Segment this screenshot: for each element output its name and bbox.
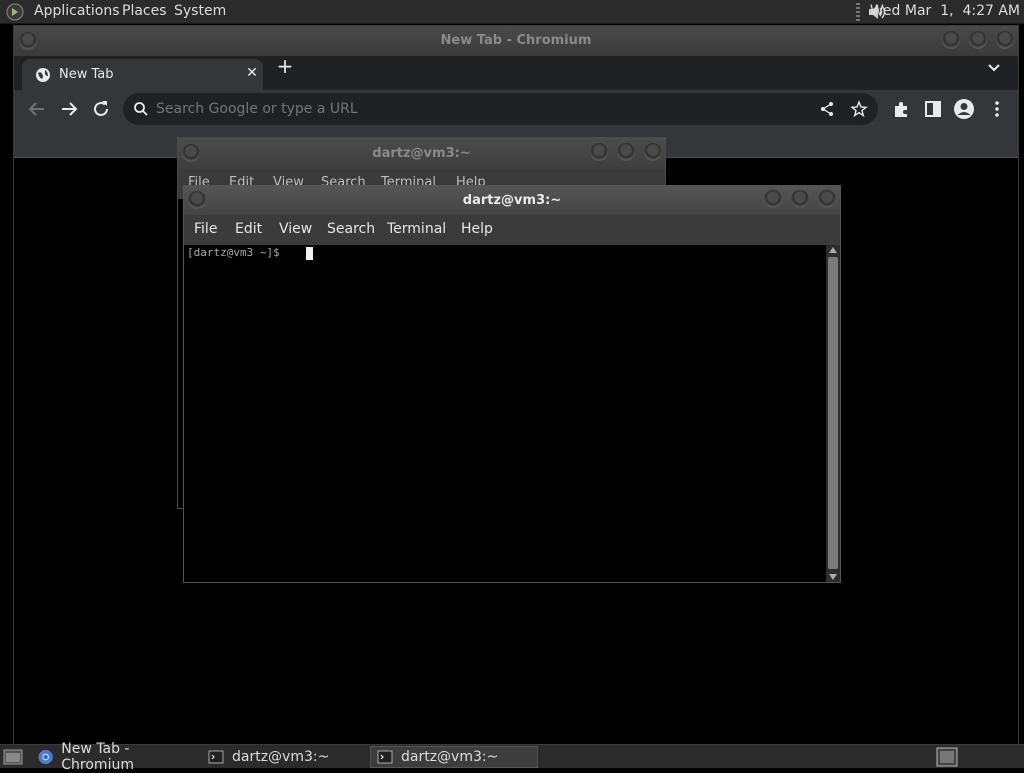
back-icon[interactable] bbox=[26, 98, 48, 120]
terminal-front-titlebar[interactable]: dartz@vm3:~ bbox=[184, 186, 840, 215]
scroll-down-icon[interactable] bbox=[829, 574, 837, 580]
terminal-icon bbox=[208, 750, 224, 764]
text-cursor bbox=[306, 247, 313, 260]
tab-strip: New Tab ✕ + bbox=[14, 55, 1018, 90]
maximize-button[interactable] bbox=[791, 190, 809, 208]
terminal-front-title: dartz@vm3:~ bbox=[462, 193, 562, 208]
search-icon bbox=[134, 102, 148, 116]
task-label: New Tab - Chromium bbox=[61, 741, 134, 773]
minimize-button[interactable] bbox=[590, 143, 608, 161]
bookmark-star-icon[interactable] bbox=[850, 100, 868, 118]
places-menu[interactable]: Places bbox=[122, 3, 167, 19]
tab-title: New Tab bbox=[59, 67, 114, 82]
terminal-window-front[interactable]: dartz@vm3:~ File Edit View Search Termin… bbox=[183, 185, 841, 583]
omnibox[interactable] bbox=[123, 93, 878, 125]
close-tab-icon[interactable]: ✕ bbox=[244, 65, 260, 83]
reload-icon[interactable] bbox=[90, 98, 112, 120]
close-window-button[interactable] bbox=[818, 190, 836, 208]
terminal-scrollbar[interactable] bbox=[826, 245, 840, 582]
chevron-down-icon[interactable] bbox=[984, 58, 1004, 78]
close-window-button[interactable] bbox=[996, 31, 1014, 49]
menu-icon[interactable] bbox=[986, 98, 1008, 120]
window-title: New Tab - Chromium bbox=[440, 33, 592, 48]
panel-grip bbox=[856, 3, 860, 21]
terminal-front-menubar: File Edit View Search Terminal Help bbox=[184, 215, 840, 245]
gnome-foot-icon[interactable] bbox=[6, 3, 24, 21]
system-menu[interactable]: System bbox=[174, 3, 226, 19]
scrollbar-thumb[interactable] bbox=[828, 257, 838, 569]
taskbar-item-terminal-1[interactable]: dartz@vm3:~ bbox=[202, 746, 368, 768]
extensions-icon[interactable] bbox=[890, 98, 912, 120]
taskbar-item-chromium[interactable]: New Tab - Chromium bbox=[32, 741, 200, 773]
address-input[interactable] bbox=[156, 98, 796, 120]
taskbar-item-terminal-2[interactable]: dartz@vm3:~ bbox=[370, 746, 538, 768]
chromium-icon bbox=[38, 749, 53, 765]
scroll-up-icon[interactable] bbox=[829, 247, 837, 253]
close-window-button[interactable] bbox=[644, 143, 662, 161]
shell-prompt: [dartz@vm3 ~]$ bbox=[187, 246, 287, 259]
chromium-titlebar[interactable]: New Tab - Chromium bbox=[14, 26, 1018, 56]
forward-icon[interactable] bbox=[58, 98, 80, 120]
maximize-button[interactable] bbox=[969, 31, 987, 49]
applications-menu[interactable]: Applications bbox=[34, 3, 120, 19]
menu-search[interactable]: Search bbox=[327, 221, 375, 237]
menu-edit[interactable]: Edit bbox=[235, 221, 262, 237]
tab-new-tab[interactable]: New Tab ✕ bbox=[22, 59, 263, 90]
browser-toolbar bbox=[14, 90, 1018, 128]
workspace-switcher-icon[interactable] bbox=[936, 747, 958, 767]
menu-view[interactable]: View bbox=[279, 221, 312, 237]
task-label: dartz@vm3:~ bbox=[232, 749, 330, 765]
side-panel-icon[interactable] bbox=[922, 98, 944, 120]
top-panel: Applications Places System Wed Mar 1, 4:… bbox=[0, 0, 1024, 24]
globe-icon bbox=[36, 68, 50, 82]
new-tab-button[interactable]: + bbox=[273, 55, 297, 79]
task-label: dartz@vm3:~ bbox=[401, 749, 499, 765]
menu-file[interactable]: File bbox=[194, 221, 217, 237]
terminal-back-titlebar[interactable]: dartz@vm3:~ bbox=[178, 138, 665, 169]
share-icon[interactable] bbox=[819, 101, 835, 117]
minimize-button[interactable] bbox=[764, 190, 782, 208]
show-desktop-icon[interactable] bbox=[3, 748, 23, 766]
profile-icon[interactable] bbox=[953, 98, 975, 120]
maximize-button[interactable] bbox=[617, 143, 635, 161]
bottom-panel: New Tab - Chromium dartz@vm3:~ dartz@vm3… bbox=[0, 741, 1024, 773]
menu-terminal[interactable]: Terminal bbox=[387, 221, 446, 237]
clock[interactable]: Wed Mar 1, 4:27 AM bbox=[870, 3, 1020, 19]
minimize-button[interactable] bbox=[942, 31, 960, 49]
terminal-icon bbox=[377, 750, 393, 764]
menu-help[interactable]: Help bbox=[461, 221, 493, 237]
terminal-front-body[interactable]: [dartz@vm3 ~]$ bbox=[184, 245, 826, 582]
